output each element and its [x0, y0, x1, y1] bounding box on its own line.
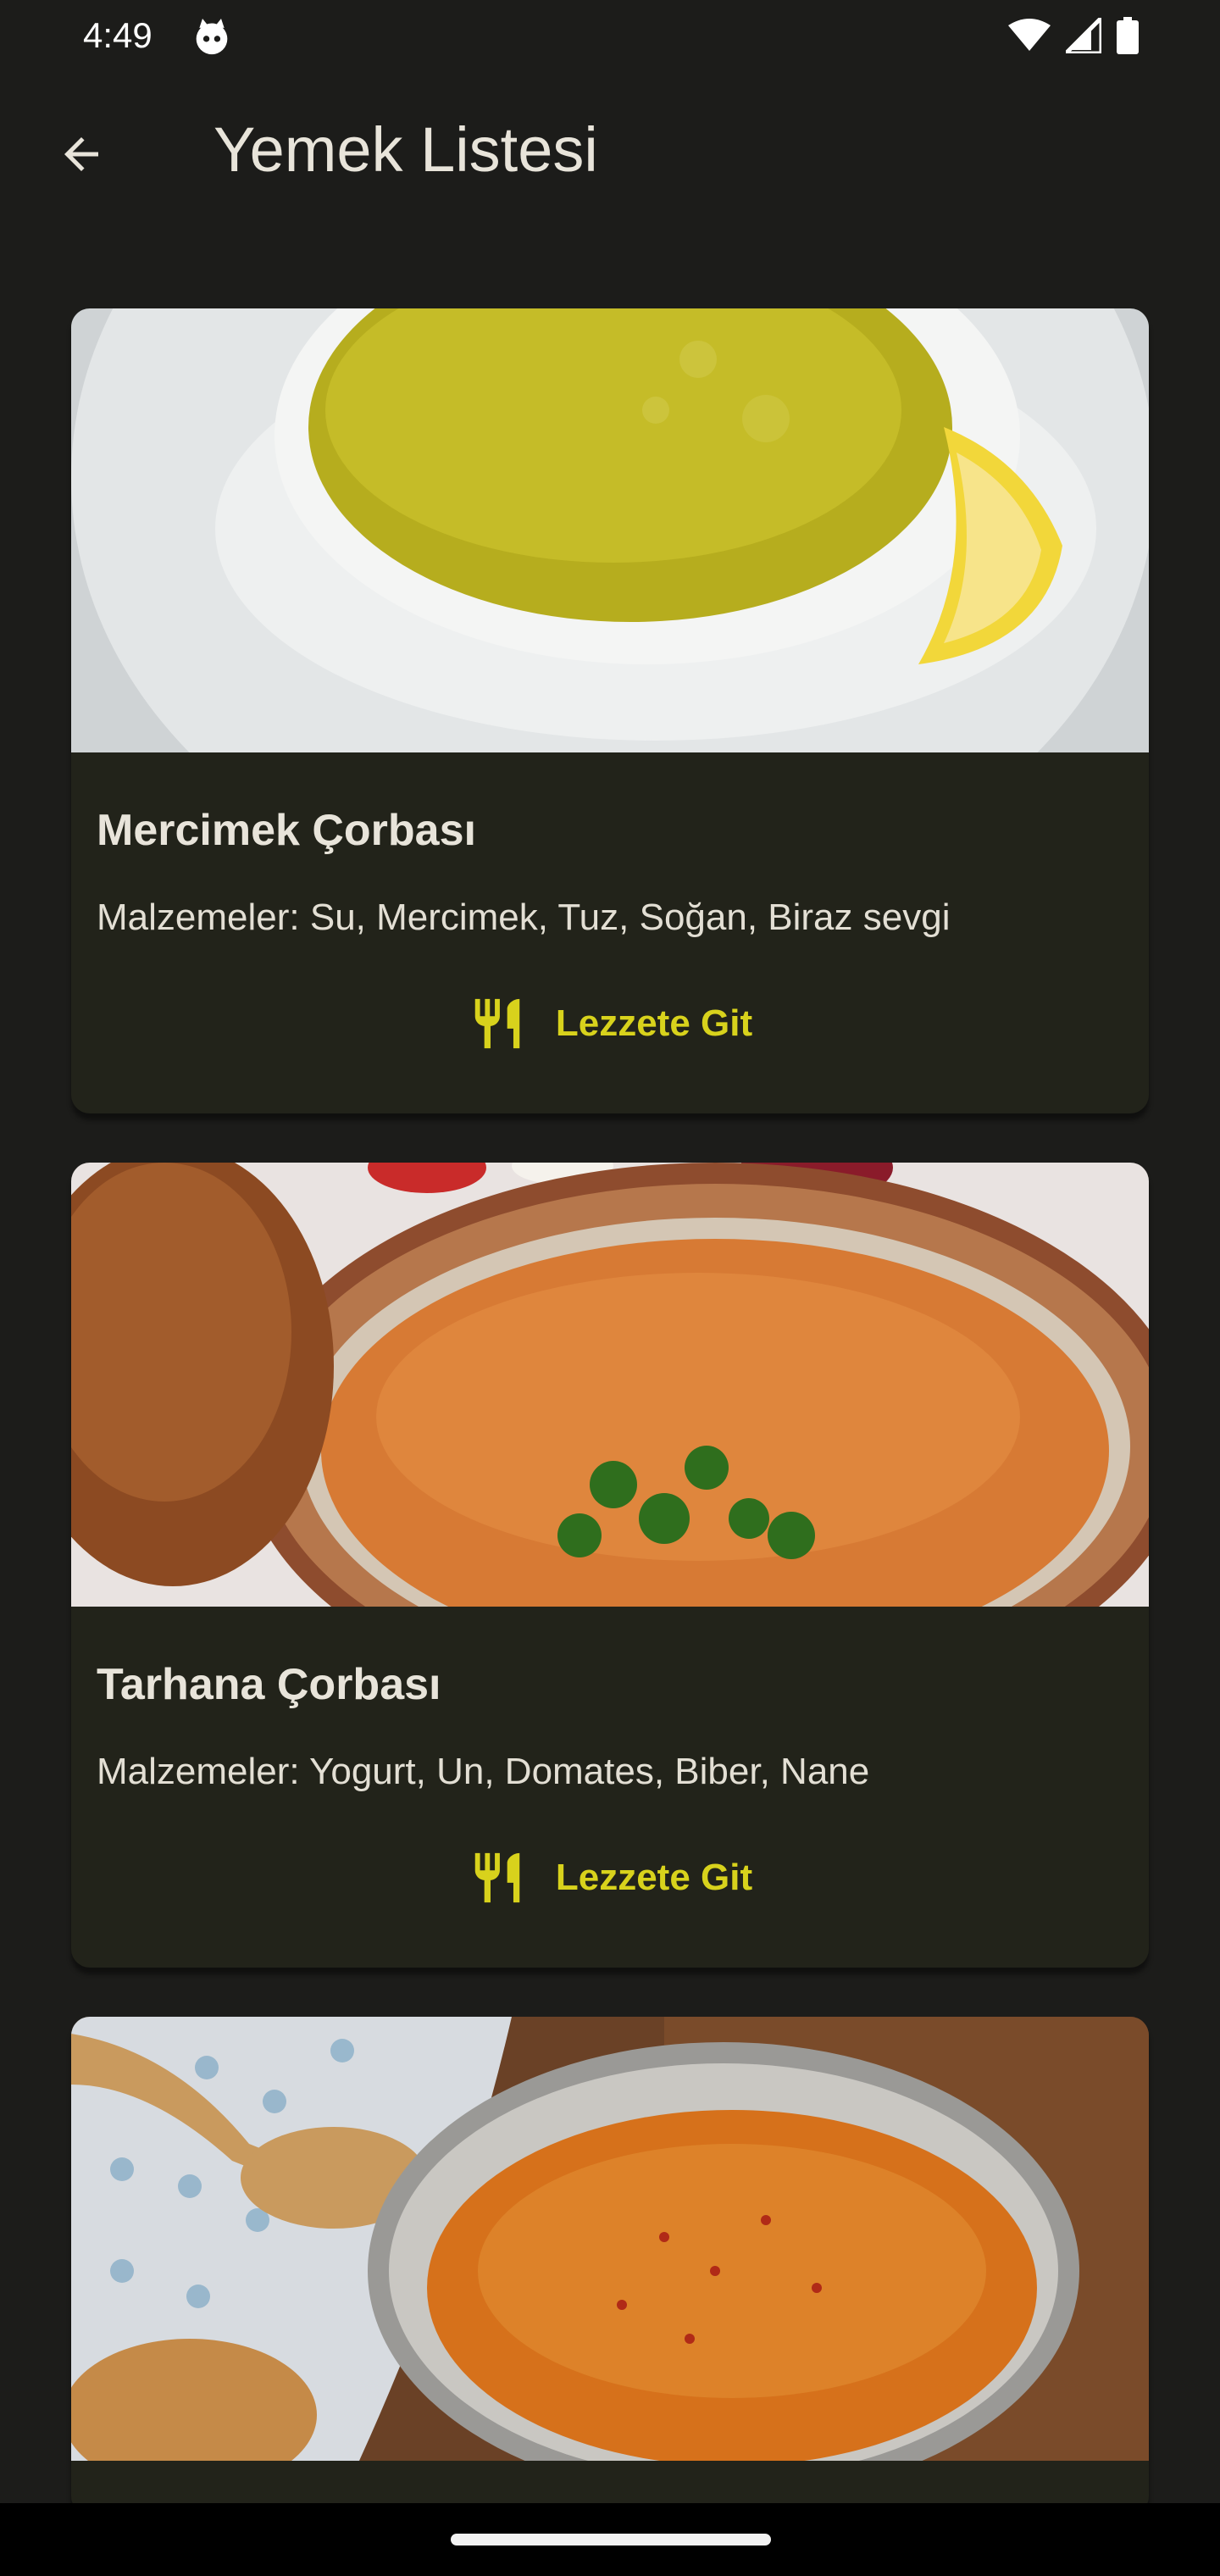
- go-to-recipe-label: Lezzete Git: [555, 1857, 753, 1898]
- app-bar: Yemek Listesi: [0, 75, 1220, 230]
- page-title: Yemek Listesi: [214, 114, 598, 185]
- status-bar: 4:49: [0, 0, 1220, 75]
- go-to-recipe-button[interactable]: Lezzete Git: [71, 1835, 1149, 1920]
- recipe-card-body: Tarhana Çorbası Malzemeler: Yogurt, Un, …: [71, 1607, 1149, 1968]
- recipe-image: [71, 2017, 1149, 2461]
- recipe-card: Mercimek Çorbası Malzemeler: Su, Mercime…: [71, 308, 1149, 1113]
- home-gesture-handle[interactable]: [451, 2534, 771, 2545]
- go-to-recipe-button[interactable]: Lezzete Git: [71, 981, 1149, 1066]
- arrow-back-icon: [64, 137, 98, 171]
- back-button[interactable]: [39, 112, 124, 197]
- recipe-list: Mercimek Çorbası Malzemeler: Su, Mercime…: [71, 308, 1149, 2564]
- recipe-card-body: Mercimek Çorbası Malzemeler: Su, Mercime…: [71, 752, 1149, 1113]
- status-icons: [1008, 17, 1139, 54]
- recipe-title: Tarhana Çorbası: [97, 1660, 441, 1709]
- recipe-title: Mercimek Çorbası: [97, 806, 476, 855]
- system-nav-bar: [0, 2503, 1220, 2576]
- go-to-recipe-label: Lezzete Git: [555, 1002, 753, 1044]
- cat-notification-icon: [196, 19, 228, 55]
- recipe-ingredients: Malzemeler: Su, Mercimek, Tuz, Soğan, Bi…: [97, 897, 951, 938]
- recipe-card: [71, 2017, 1149, 2515]
- restaurant-icon: [474, 1852, 520, 1903]
- recipe-image: [71, 1163, 1149, 1607]
- restaurant-icon: [474, 998, 520, 1049]
- signal-icon: [1066, 18, 1101, 53]
- wifi-icon: [1008, 19, 1051, 51]
- recipe-ingredients: Malzemeler: Yogurt, Un, Domates, Biber, …: [97, 1751, 870, 1792]
- recipe-card: Tarhana Çorbası Malzemeler: Yogurt, Un, …: [71, 1163, 1149, 1968]
- status-time: 4:49: [83, 15, 152, 55]
- recipe-image: [71, 308, 1149, 752]
- battery-icon: [1117, 17, 1139, 54]
